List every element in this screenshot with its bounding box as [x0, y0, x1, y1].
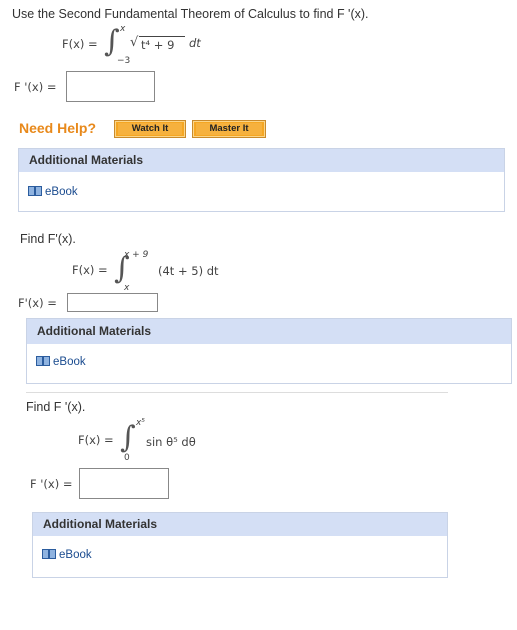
book-icon: [42, 549, 56, 559]
problem1-answer-label: F '(x) =: [14, 80, 57, 94]
problem3-answer-label: F '(x) =: [30, 477, 73, 491]
additional-materials-header: Additional Materials: [19, 149, 504, 172]
problem2-upper-limit: x + 9: [124, 250, 149, 260]
ebook-link-3[interactable]: eBook: [42, 549, 92, 561]
problem2-lower-limit: x: [124, 283, 130, 293]
problem3-integrand: sin θ⁵ dθ: [146, 435, 196, 449]
ebook-label: eBook: [53, 356, 86, 368]
problem1-dt: dt: [189, 36, 201, 50]
book-icon: [28, 186, 42, 196]
problem3-lower-limit: 0: [124, 453, 130, 463]
problem1-upper-limit: x: [120, 24, 126, 34]
problem2-fx-label: F(x) =: [72, 263, 108, 277]
ebook-label: eBook: [59, 549, 92, 561]
additional-materials-header: Additional Materials: [27, 319, 511, 344]
ebook-label: eBook: [45, 186, 78, 198]
integral-sign-icon: ∫: [120, 420, 136, 455]
book-icon: [36, 356, 50, 366]
watch-it-button[interactable]: Watch It: [114, 120, 186, 138]
problem2-prompt: Find F'(x).: [20, 232, 76, 246]
problem3-answer-input[interactable]: [79, 468, 169, 499]
problem3-fx-label: F(x) =: [78, 433, 114, 447]
watch-it-label: Watch It: [118, 123, 182, 135]
need-help-label: Need Help?: [19, 120, 97, 136]
problem1-integrand: t⁴ + 9: [141, 38, 175, 52]
additional-materials-panel-2: Additional Materials: [26, 318, 512, 384]
integral-sign-icon: ∫: [104, 24, 120, 59]
problem1-answer-input[interactable]: [66, 71, 155, 102]
ebook-link-2[interactable]: eBook: [36, 356, 86, 368]
problem2-answer-label: F'(x) =: [18, 296, 57, 310]
master-it-label: Master It: [196, 123, 262, 135]
problem1-fx-label: F(x) =: [62, 37, 98, 51]
problem2-answer-input[interactable]: [67, 293, 158, 312]
additional-materials-panel-3: Additional Materials: [32, 512, 448, 578]
additional-materials-header: Additional Materials: [33, 513, 447, 536]
problem2-integrand: (4t + 5) dt: [158, 264, 219, 278]
additional-materials-panel-1: Additional Materials: [18, 148, 505, 212]
ebook-link-1[interactable]: eBook: [28, 186, 78, 198]
problem3-upper-limit: x⁵: [136, 418, 145, 428]
problem1-prompt: Use the Second Fundamental Theorem of Ca…: [12, 7, 369, 21]
problem1-lower-limit: −3: [117, 56, 131, 66]
separator: [26, 392, 448, 393]
problem3-prompt: Find F '(x).: [26, 400, 86, 414]
sqrt-icon: √: [130, 35, 139, 50]
master-it-button[interactable]: Master It: [192, 120, 266, 138]
sqrt-bar: [139, 36, 185, 37]
